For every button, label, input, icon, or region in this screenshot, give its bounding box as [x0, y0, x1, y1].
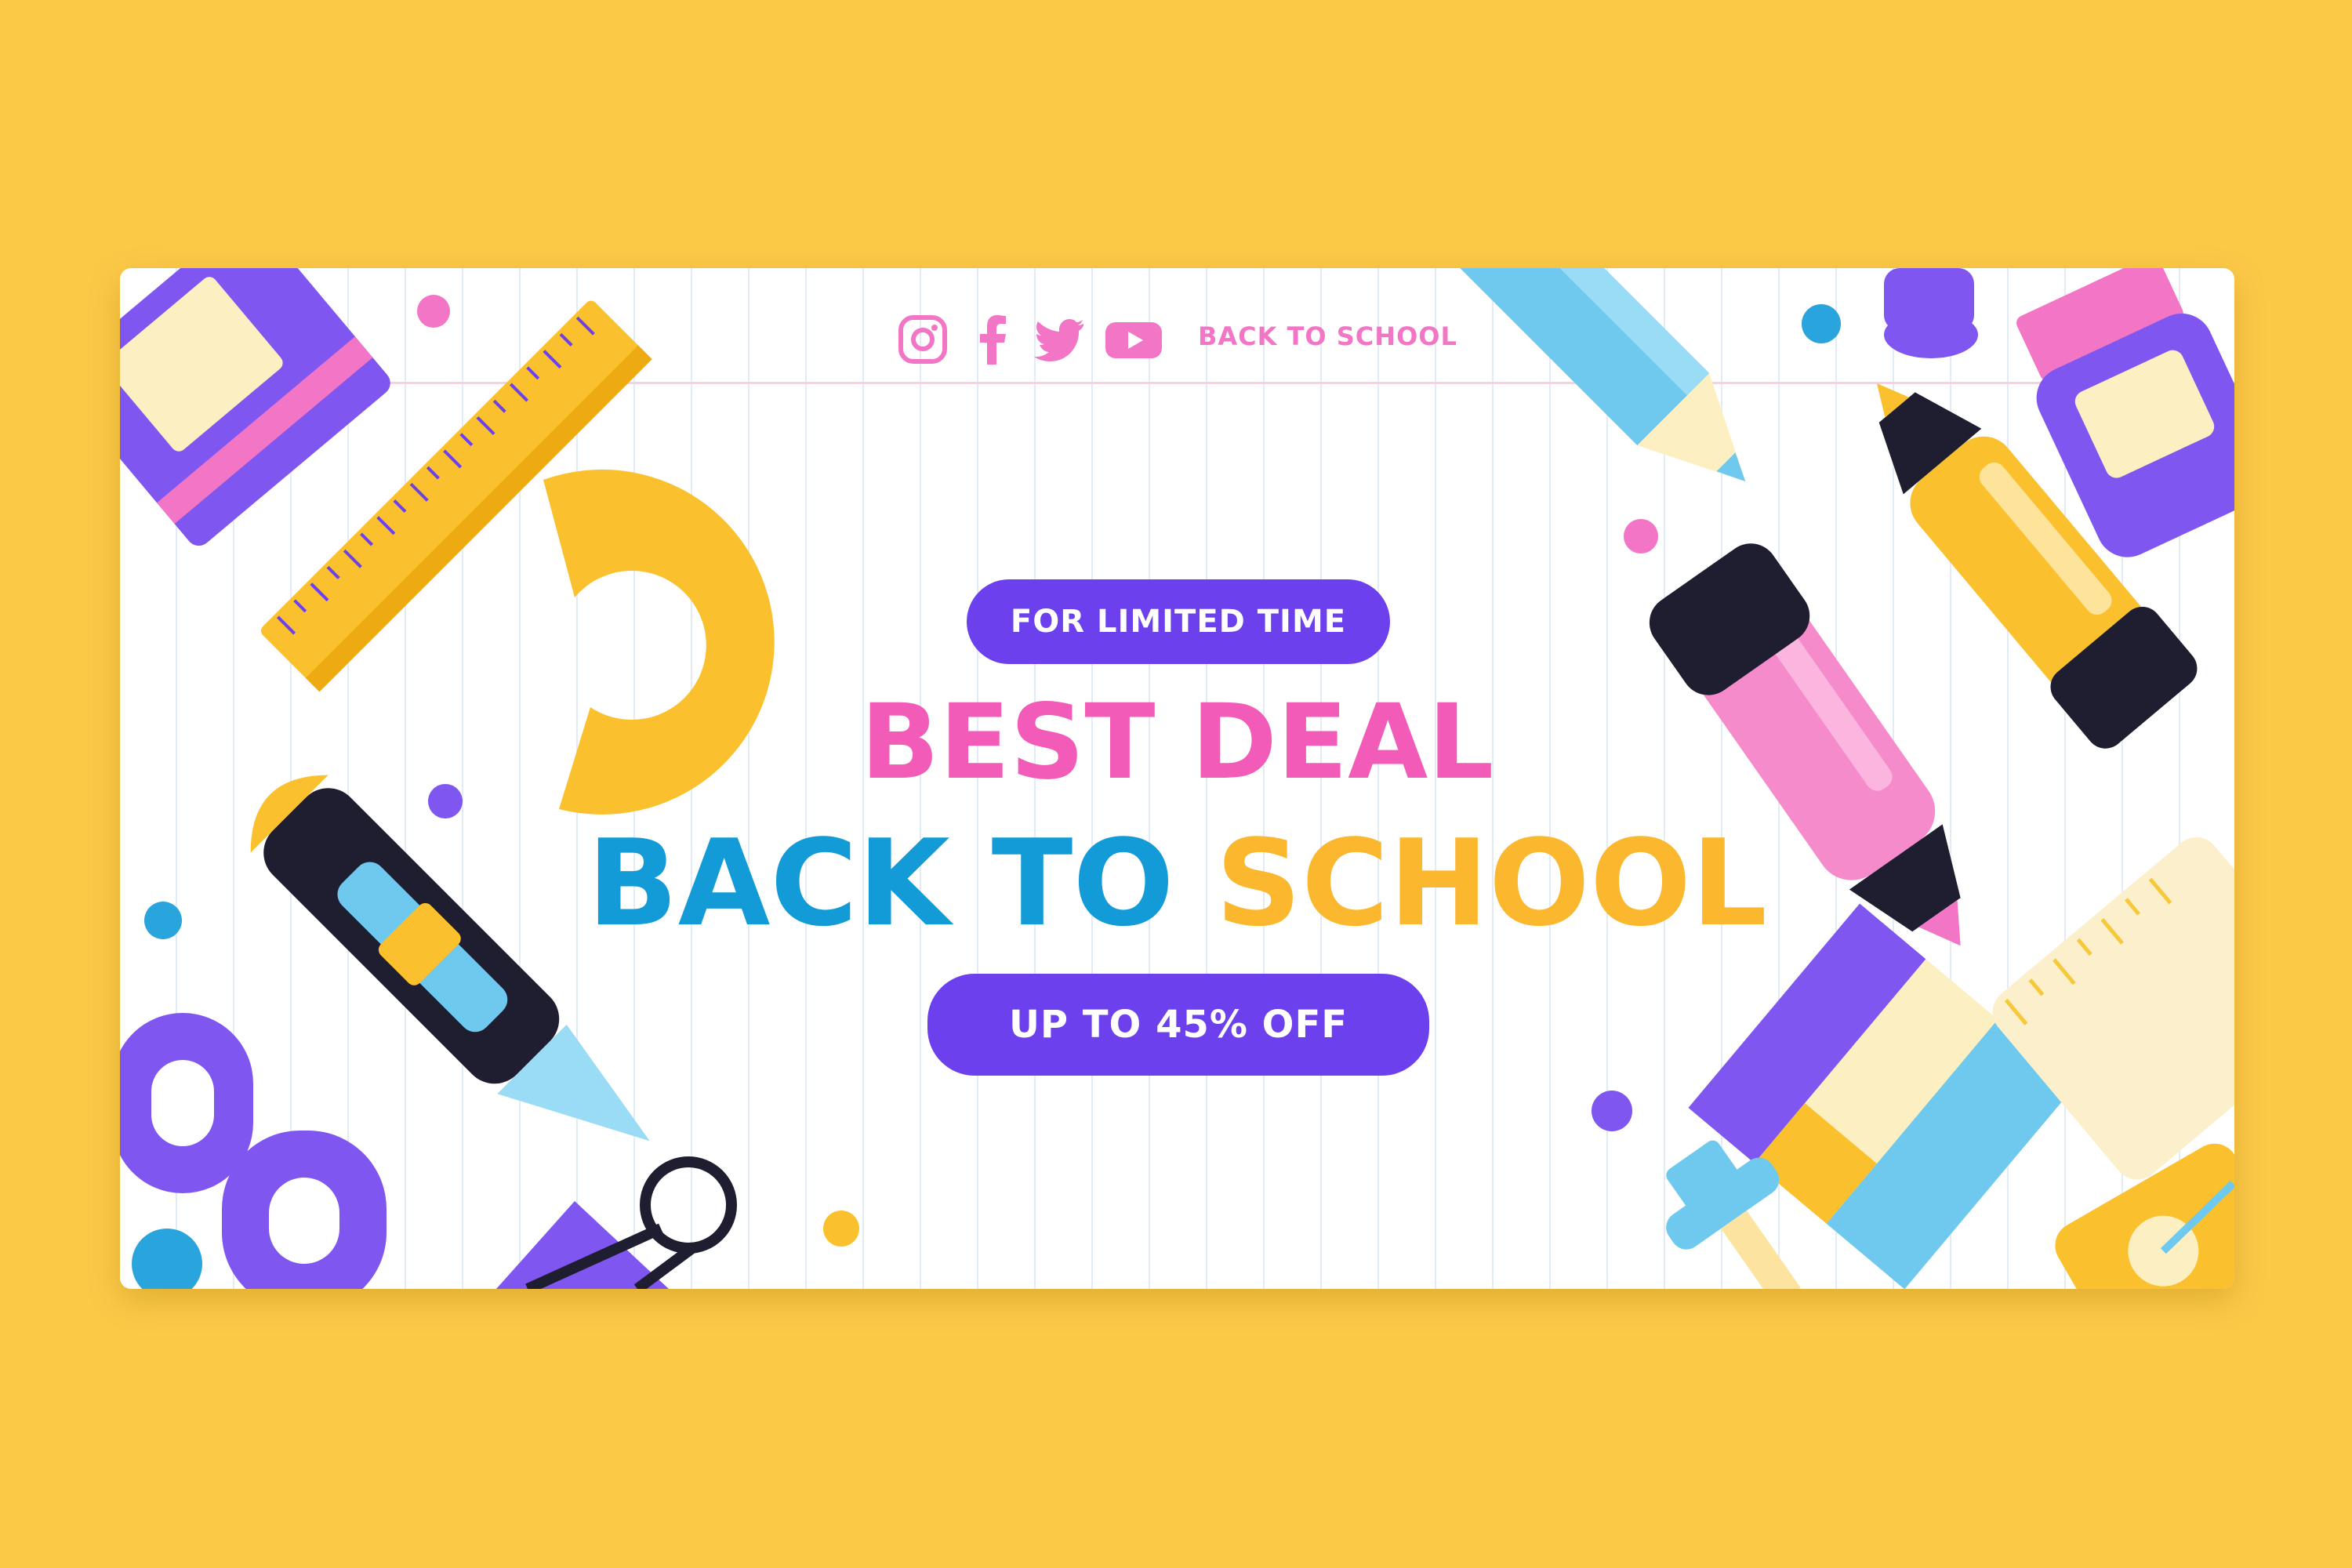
scissors-icon [120, 1013, 387, 1289]
binder-clip-icon [496, 1156, 737, 1289]
facebook-icon[interactable] [967, 313, 1020, 366]
discount-offer-button[interactable]: UP TO 45% OFF [927, 974, 1429, 1076]
promo-banner: BACK TO SCHOOL FOR LIMITED TIME BEST DEA… [120, 268, 2234, 1289]
headline-school: SCHOOL [1215, 814, 1768, 953]
headline-back-to: BACK TO [586, 814, 1174, 953]
social-header: BACK TO SCHOOL [120, 303, 2234, 366]
headline-back-to-school: BACK TO SCHOOL [120, 817, 2234, 950]
youtube-icon[interactable] [1104, 313, 1163, 366]
limited-time-tag: FOR LIMITED TIME [967, 579, 1390, 664]
twitter-icon[interactable] [1033, 313, 1087, 366]
headline-best-deal: BEST DEAL [860, 682, 1494, 803]
header-label: BACK TO SCHOOL [1198, 321, 1457, 351]
instagram-icon[interactable] [896, 313, 949, 366]
